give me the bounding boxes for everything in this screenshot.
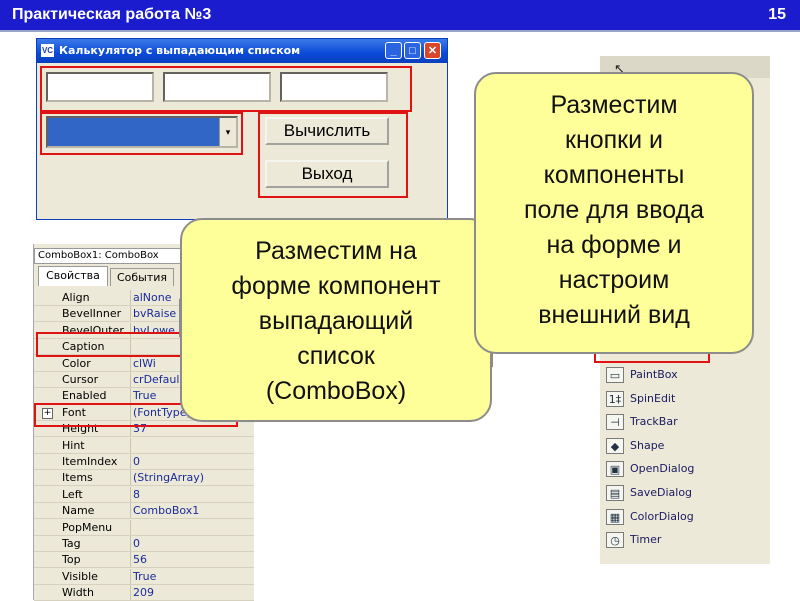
- property-row[interactable]: PopMenu: [34, 519, 254, 536]
- slide-title: Практическая работа №3: [12, 6, 212, 23]
- property-row[interactable]: Hint: [34, 437, 254, 454]
- palette-item[interactable]: ⊣ TrackBar: [606, 411, 766, 433]
- trackbar-icon: ⊣: [606, 414, 624, 431]
- property-value[interactable]: [130, 437, 253, 454]
- palette-item[interactable]: ▣ OpenDialog: [606, 458, 766, 480]
- palette-item[interactable]: ◷ Timer: [606, 529, 766, 551]
- slide-header: Практическая работа №3 15: [0, 0, 800, 30]
- property-value[interactable]: (StringArray): [130, 470, 253, 487]
- palette-item[interactable]: ▤ SaveDialog: [606, 482, 766, 504]
- property-row[interactable]: Top 56: [34, 552, 254, 569]
- timer-icon: ◷: [606, 532, 624, 549]
- palette-item-label: Timer: [630, 533, 662, 547]
- buttons-highlight: [258, 112, 408, 198]
- close-button[interactable]: ✕: [424, 42, 441, 59]
- property-row[interactable]: Width 209: [34, 585, 254, 601]
- property-row[interactable]: Tag 0: [34, 536, 254, 552]
- open-dialog-icon: ▣: [606, 461, 624, 478]
- palette-item-label: PaintBox: [630, 368, 678, 381]
- palette-item-label: TrackBar: [630, 415, 678, 429]
- minimize-button[interactable]: _: [385, 42, 402, 59]
- maximize-button[interactable]: □: [404, 42, 421, 59]
- palette-item[interactable]: ▭ PaintBox: [606, 364, 766, 386]
- property-row[interactable]: ItemIndex 0: [34, 454, 254, 470]
- tab-properties[interactable]: Свойства: [38, 266, 108, 286]
- palette-item[interactable]: ◆ Shape: [606, 435, 766, 457]
- header-rule: [0, 30, 800, 32]
- property-row[interactable]: Name ComboBox1: [34, 503, 254, 520]
- app-icon: VC: [41, 44, 54, 57]
- palette-item-label: ColorDialog: [630, 509, 694, 523]
- shape-icon: ◆: [606, 437, 624, 454]
- spinedit-icon: 1‡: [606, 390, 624, 407]
- combo-highlight: [40, 112, 243, 155]
- right-callout: Разместим кнопки и компоненты поле для в…: [474, 72, 754, 354]
- property-row[interactable]: Left 8: [34, 486, 254, 503]
- property-row[interactable]: Items (StringArray): [34, 470, 254, 487]
- property-value[interactable]: 0: [130, 454, 253, 470]
- palette-item-label: SaveDialog: [630, 486, 693, 499]
- property-value[interactable]: 0: [130, 536, 253, 552]
- edits-highlight: [40, 66, 412, 112]
- save-dialog-icon: ▤: [606, 485, 624, 501]
- tab-events[interactable]: События: [110, 268, 174, 286]
- palette-item-label: SpinEdit: [630, 391, 676, 405]
- property-value[interactable]: 209: [130, 585, 253, 601]
- property-value[interactable]: True: [130, 568, 253, 585]
- window-title: Калькулятор с выпадающим списком: [59, 44, 301, 57]
- property-row[interactable]: Visible True: [34, 568, 254, 585]
- palette-item-label: OpenDialog: [630, 462, 695, 476]
- palette-item[interactable]: 1‡ SpinEdit: [606, 388, 766, 410]
- color-dialog-icon: ▦: [606, 508, 624, 525]
- slide-number: 15: [768, 6, 786, 23]
- property-value[interactable]: [130, 519, 253, 536]
- palette-item-label: Shape: [630, 438, 665, 452]
- caption-highlight: [36, 332, 198, 357]
- left-callout: Разместим на форме компонент выпадающий …: [180, 218, 492, 422]
- palette-item[interactable]: ▦ ColorDialog: [606, 506, 766, 528]
- window-titlebar[interactable]: VC Калькулятор с выпадающим списком _ □ …: [37, 39, 447, 63]
- property-value[interactable]: 8: [130, 486, 253, 503]
- property-value[interactable]: 56: [130, 552, 253, 569]
- property-value[interactable]: ComboBox1: [130, 503, 253, 520]
- paintbox-icon: ▭: [606, 367, 624, 383]
